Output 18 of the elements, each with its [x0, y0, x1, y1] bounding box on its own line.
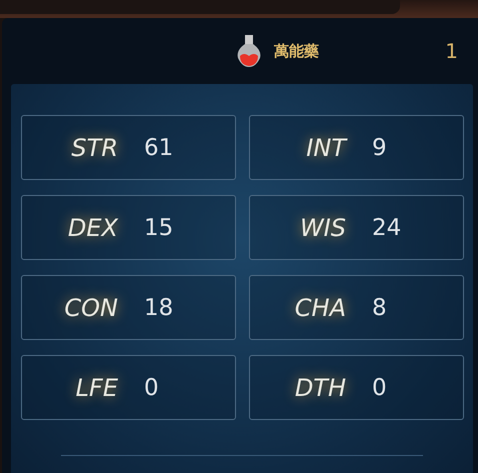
stat-value: 8: [372, 294, 387, 320]
item-count: 1: [445, 39, 458, 63]
stat-value: 18: [144, 294, 174, 320]
stat-label: LFE: [74, 374, 118, 402]
stat-label: CON: [63, 294, 118, 322]
stat-label: INT: [305, 134, 346, 162]
stat-label: DEX: [66, 214, 118, 242]
stat-value: 0: [144, 374, 159, 400]
stat-value: 9: [372, 134, 387, 160]
stat-label: WIS: [298, 214, 346, 242]
stat-value: 0: [372, 374, 387, 400]
stat-value: 24: [372, 214, 402, 240]
stat-label: CHA: [294, 294, 346, 322]
stat-label: STR: [70, 134, 118, 162]
stat-label: DTH: [294, 374, 346, 402]
stat-value: 61: [144, 134, 174, 160]
item-name: 萬能藥: [274, 42, 319, 60]
stat-value: 15: [144, 214, 174, 240]
